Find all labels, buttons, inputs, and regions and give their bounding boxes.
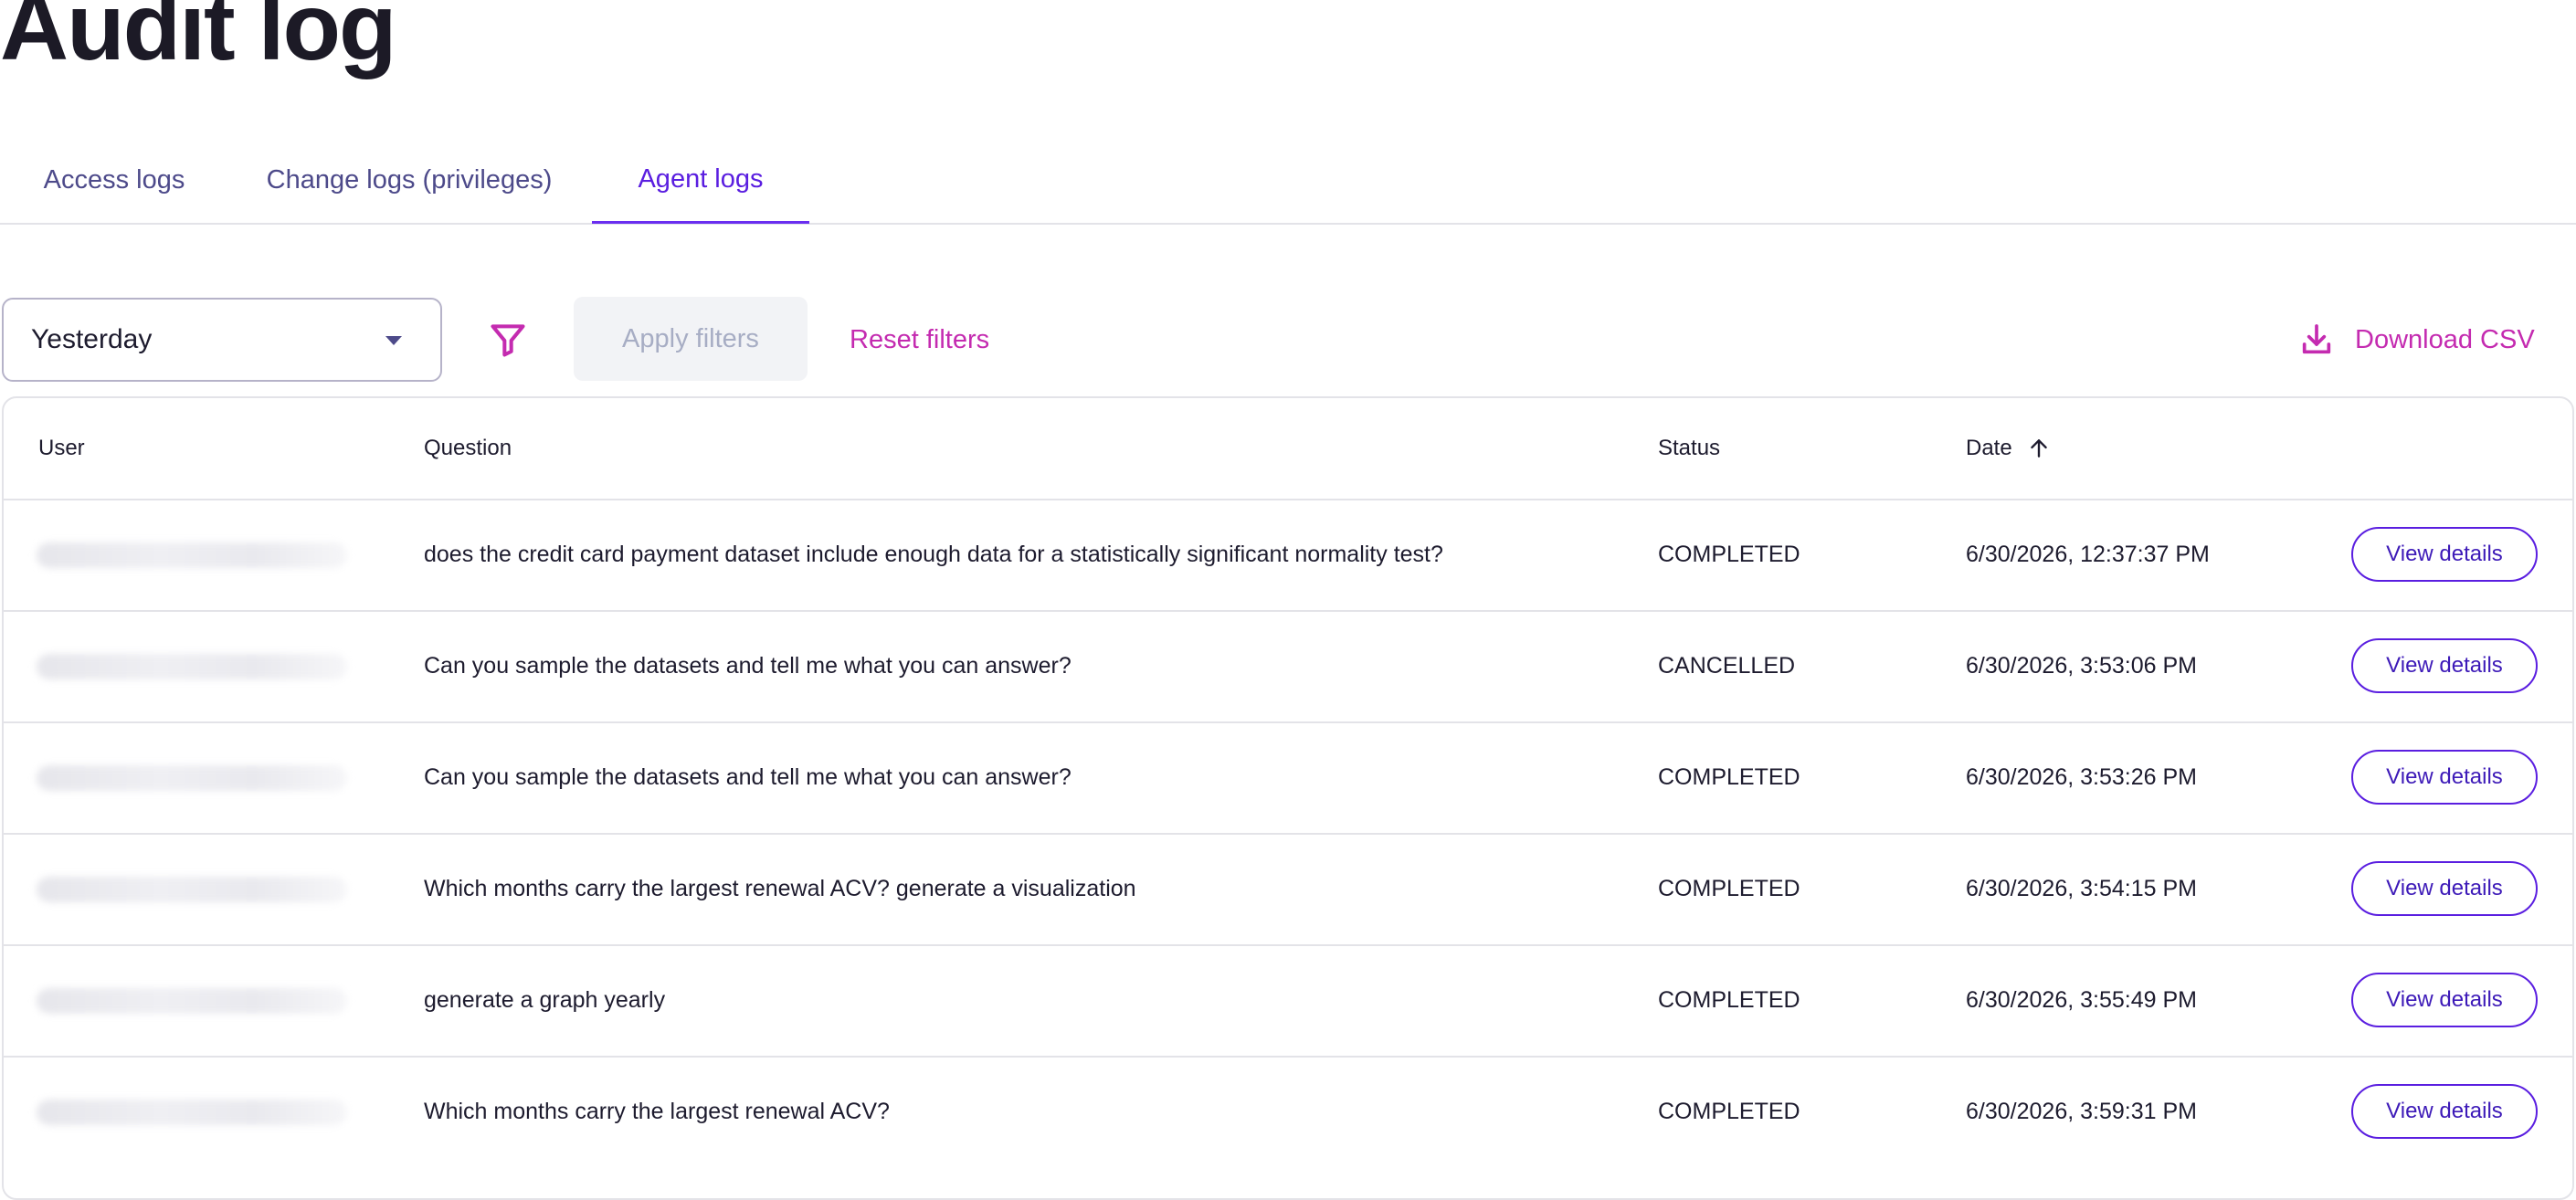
question-cell: does the credit card payment dataset inc… (424, 541, 1443, 567)
filter-icon[interactable] (488, 320, 528, 360)
status-cell: COMPLETED (1658, 541, 1800, 567)
column-header-status: Status (1658, 436, 1721, 460)
tab-change-logs[interactable]: Change logs (privileges) (236, 137, 583, 223)
tab-bar: Access logs Change logs (privileges) Age… (0, 137, 2576, 225)
agent-logs-table: User Question Status Date does the credi… (2, 396, 2574, 1200)
filter-toolbar: Yesterday Apply filters Reset filters Do… (0, 296, 2576, 384)
status-cell: COMPLETED (1658, 763, 1800, 790)
status-cell: COMPLETED (1658, 1098, 1800, 1124)
question-cell: Can you sample the datasets and tell me … (424, 652, 1072, 679)
caret-down-icon (385, 336, 402, 345)
date-range-value: Yesterday (31, 324, 153, 354)
column-header-user: User (38, 436, 85, 460)
date-range-select[interactable]: Yesterday (2, 298, 442, 382)
status-cell: COMPLETED (1658, 986, 1800, 1013)
status-cell: CANCELLED (1658, 652, 1796, 679)
status-cell: COMPLETED (1658, 875, 1800, 901)
date-cell: 6/30/2026, 3:55:49 PM (1966, 986, 2197, 1013)
table-row: generate a graph yearly COMPLETED 6/30/2… (4, 944, 2572, 1058)
table-row: does the credit card payment dataset inc… (4, 499, 2572, 612)
view-details-button[interactable]: View details (2351, 973, 2538, 1027)
column-header-date-label: Date (1966, 436, 2012, 460)
date-cell: 6/30/2026, 3:59:31 PM (1966, 1098, 2197, 1124)
user-cell-redacted (37, 542, 347, 568)
view-details-button[interactable]: View details (2351, 861, 2538, 916)
view-details-button[interactable]: View details (2351, 527, 2538, 582)
date-cell: 6/30/2026, 3:53:06 PM (1966, 652, 2197, 679)
arrow-up-icon[interactable] (2027, 435, 2051, 462)
date-cell: 6/30/2026, 12:37:37 PM (1966, 541, 2210, 567)
user-cell-redacted (37, 765, 347, 791)
table-header: User Question Status Date (4, 398, 2572, 500)
table-row: Can you sample the datasets and tell me … (4, 610, 2572, 723)
date-cell: 6/30/2026, 3:54:15 PM (1966, 875, 2197, 901)
user-cell-redacted (37, 1100, 347, 1125)
table-row: Which months carry the largest renewal A… (4, 1056, 2572, 1167)
view-details-button[interactable]: View details (2351, 1084, 2538, 1139)
column-header-date[interactable]: Date (1966, 398, 2051, 499)
tab-agent-logs[interactable]: Agent logs (592, 137, 809, 224)
date-cell: 6/30/2026, 3:53:26 PM (1966, 763, 2197, 790)
page-title: Audit log (0, 0, 397, 80)
question-cell: Which months carry the largest renewal A… (424, 1098, 890, 1124)
download-icon (2302, 324, 2331, 354)
question-cell: Can you sample the datasets and tell me … (424, 763, 1072, 790)
user-cell-redacted (37, 654, 347, 679)
user-cell-redacted (37, 988, 347, 1014)
view-details-button[interactable]: View details (2351, 750, 2538, 805)
table-row: Can you sample the datasets and tell me … (4, 721, 2572, 835)
table-row: Which months carry the largest renewal A… (4, 833, 2572, 946)
column-header-question: Question (424, 436, 512, 460)
user-cell-redacted (37, 877, 347, 902)
question-cell: Which months carry the largest renewal A… (424, 875, 1136, 901)
apply-filters-button[interactable]: Apply filters (574, 297, 808, 381)
download-csv-button[interactable]: Download CSV (2298, 296, 2535, 384)
question-cell: generate a graph yearly (424, 986, 666, 1013)
tab-access-logs[interactable]: Access logs (0, 137, 228, 223)
view-details-button[interactable]: View details (2351, 638, 2538, 693)
download-csv-label: Download CSV (2355, 324, 2535, 354)
reset-filters-button[interactable]: Reset filters (850, 296, 989, 384)
